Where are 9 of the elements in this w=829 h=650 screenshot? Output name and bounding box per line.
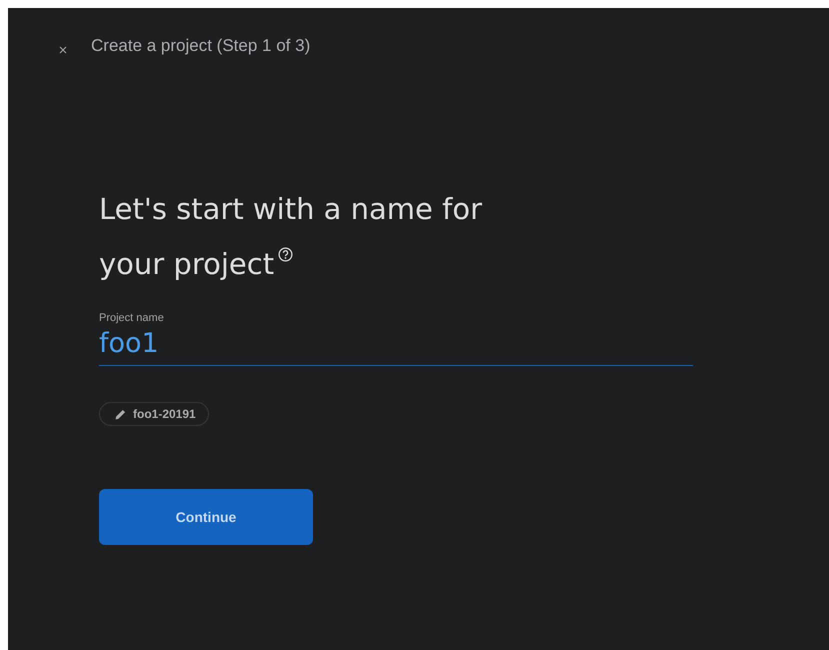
project-name-field[interactable]: foo1	[99, 328, 693, 366]
help-icon[interactable]	[278, 247, 294, 262]
field-label: Project name	[99, 312, 165, 324]
project-id-chip[interactable]: foo1-20191	[99, 402, 209, 426]
pencil-icon	[114, 408, 127, 420]
continue-button[interactable]: Continue	[99, 489, 313, 545]
dialog-title: Create a project (Step 1 of 3)	[91, 36, 310, 56]
heading-line: Let's start with a name for	[99, 191, 483, 228]
heading-line: your project	[99, 246, 274, 283]
